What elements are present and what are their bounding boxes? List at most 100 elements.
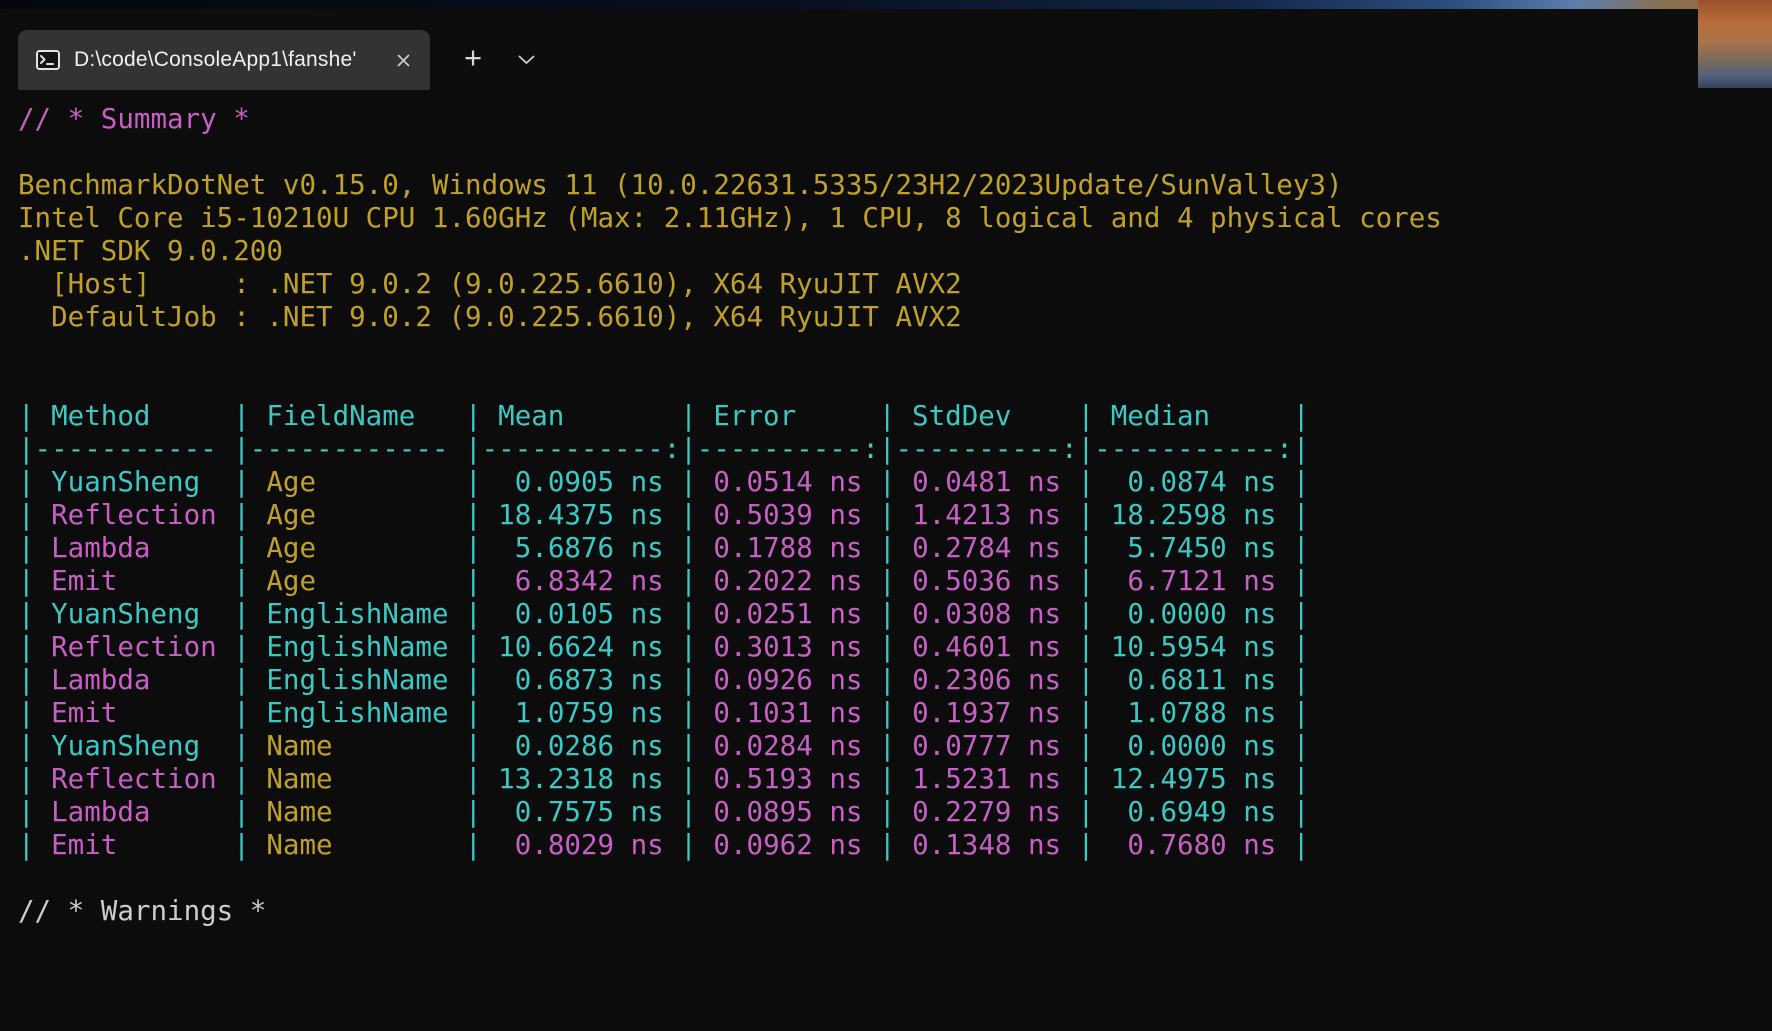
terminal-text-segment: | [1276, 796, 1309, 828]
terminal-text-segment: | [217, 697, 267, 729]
env-line: [Host] : .NET 9.0.2 (9.0.225.6610), X64 … [18, 268, 1772, 301]
terminal-text-segment: 0.4601 ns [912, 631, 1061, 663]
terminal-text-segment: | [449, 598, 499, 630]
warnings-header: // * Warnings * [18, 895, 1772, 928]
terminal-line: | Emit | Age | 6.8342 ns | 0.2022 ns | 0… [18, 565, 1772, 598]
close-tab-button[interactable] [388, 45, 418, 75]
terminal-text-segment: 0.0895 ns [713, 796, 862, 828]
terminal-text-segment: 0.0251 ns [713, 598, 862, 630]
terminal-text-segment: | [1276, 664, 1309, 696]
terminal-text-segment: | [1276, 631, 1309, 663]
terminal-text-segment: 0.2306 ns [912, 664, 1061, 696]
terminal-text-segment: 0.2279 ns [912, 796, 1061, 828]
terminal-text-segment: | [664, 664, 714, 696]
tab-bar[interactable]: D:\code\ConsoleApp1\fanshe' + [0, 9, 1772, 90]
terminal-text-segment: 0.0000 ns [1111, 730, 1277, 762]
terminal-text-segment: Emit [51, 829, 217, 861]
terminal-text-segment: Lambda [51, 664, 217, 696]
terminal-text-segment: Age [266, 565, 448, 597]
terminal-text-segment: Lambda [51, 532, 217, 564]
env-line: .NET SDK 9.0.200 [18, 235, 1772, 268]
terminal-text-segment: Reflection [51, 763, 217, 795]
terminal-text-segment: | [862, 565, 912, 597]
terminal-text-segment: | [18, 598, 51, 630]
terminal-text-segment: | [1276, 697, 1309, 729]
terminal-text-segment: | [1061, 829, 1111, 861]
tab-cmd[interactable]: D:\code\ConsoleApp1\fanshe' [18, 30, 430, 90]
terminal-text-segment: | [664, 829, 714, 861]
terminal-text-segment: | [449, 697, 499, 729]
terminal-text-segment: | [449, 499, 499, 531]
terminal-text-segment: | [18, 796, 51, 828]
terminal-text-segment: EnglishName [266, 697, 448, 729]
terminal-line: | YuanSheng | EnglishName | 0.0105 ns | … [18, 598, 1772, 631]
terminal-viewport[interactable]: // * Summary * BenchmarkDotNet v0.15.0, … [0, 90, 1772, 1031]
terminal-text-segment: 0.0286 ns [498, 730, 664, 762]
terminal-line: | YuanSheng | Name | 0.0286 ns | 0.0284 … [18, 730, 1772, 763]
terminal-text-segment: | [1061, 664, 1111, 696]
terminal-text-segment: Name [266, 829, 448, 861]
terminal-line: | Reflection | EnglishName | 10.6624 ns … [18, 631, 1772, 664]
terminal-text-segment: | Method | FieldName | Mean | Error | St… [18, 400, 1309, 432]
terminal-icon [35, 47, 61, 73]
terminal-text-segment: 0.0105 ns [498, 598, 664, 630]
terminal-line: |----------- |------------ |-----------:… [18, 433, 1772, 466]
blank-line [18, 334, 1772, 367]
terminal-text-segment: | [1061, 499, 1111, 531]
terminal-text-segment: 5.7450 ns [1111, 532, 1277, 564]
terminal-text-segment: | [449, 565, 499, 597]
terminal-text-segment: | [1061, 466, 1111, 498]
terminal-text-segment: | [217, 565, 267, 597]
desktop-wallpaper-corner [1698, 0, 1772, 88]
env-line: DefaultJob : .NET 9.0.2 (9.0.225.6610), … [18, 301, 1772, 334]
terminal-text-segment: 1.0759 ns [498, 697, 664, 729]
terminal-line: | Lambda | Age | 5.6876 ns | 0.1788 ns |… [18, 532, 1772, 565]
tab-dropdown-button[interactable] [502, 30, 550, 90]
terminal-text-segment: YuanSheng [51, 598, 217, 630]
terminal-text-segment: | [217, 499, 267, 531]
blank-line [18, 136, 1772, 169]
terminal-text-segment: YuanSheng [51, 730, 217, 762]
terminal-line: | Reflection | Name | 13.2318 ns | 0.519… [18, 763, 1772, 796]
terminal-text-segment: YuanSheng [51, 466, 217, 498]
terminal-text-segment: EnglishName [266, 664, 448, 696]
terminal-text-segment: 0.8029 ns [498, 829, 664, 861]
terminal-text-segment: 0.5039 ns [713, 499, 862, 531]
terminal-text-segment: | [449, 631, 499, 663]
terminal-text-segment: | [217, 532, 267, 564]
terminal-text-segment: | [664, 466, 714, 498]
terminal-text-segment: | [862, 499, 912, 531]
benchmark-table: | Method | FieldName | Mean | Error | St… [18, 400, 1772, 862]
terminal-text-segment: | [664, 499, 714, 531]
new-tab-button[interactable]: + [444, 30, 502, 90]
terminal-text-segment: Emit [51, 565, 217, 597]
terminal-text-segment: | [664, 532, 714, 564]
terminal-text-segment: | [862, 796, 912, 828]
blank-line [18, 367, 1772, 400]
terminal-text-segment: | [449, 829, 499, 861]
terminal-text-segment: 0.2784 ns [912, 532, 1061, 564]
terminal-text-segment: | [18, 664, 51, 696]
terminal-text-segment: Reflection [51, 631, 217, 663]
terminal-text-segment: Name [266, 796, 448, 828]
terminal-text-segment: 0.6873 ns [498, 664, 664, 696]
terminal-text-segment: | [862, 532, 912, 564]
terminal-text-segment: | [449, 730, 499, 762]
terminal-text-segment: | [664, 763, 714, 795]
terminal-text-segment: | [862, 763, 912, 795]
terminal-text-segment: | [1276, 565, 1309, 597]
terminal-line: | YuanSheng | Age | 0.0905 ns | 0.0514 n… [18, 466, 1772, 499]
terminal-window: D:\code\ConsoleApp1\fanshe' + // * Summa… [0, 9, 1772, 1031]
terminal-text-segment: | [18, 532, 51, 564]
terminal-text-segment: 0.1348 ns [912, 829, 1061, 861]
terminal-text-segment: 12.4975 ns [1111, 763, 1277, 795]
terminal-text-segment: | [1276, 598, 1309, 630]
summary-header: // * Summary * [18, 103, 1772, 136]
terminal-text-segment: | [664, 796, 714, 828]
terminal-text-segment: | [18, 730, 51, 762]
terminal-text-segment: 1.0788 ns [1111, 697, 1277, 729]
terminal-text-segment: Age [266, 499, 448, 531]
terminal-text-segment: | [1276, 730, 1309, 762]
terminal-text-segment: Age [266, 466, 448, 498]
terminal-text-segment: 0.0308 ns [912, 598, 1061, 630]
